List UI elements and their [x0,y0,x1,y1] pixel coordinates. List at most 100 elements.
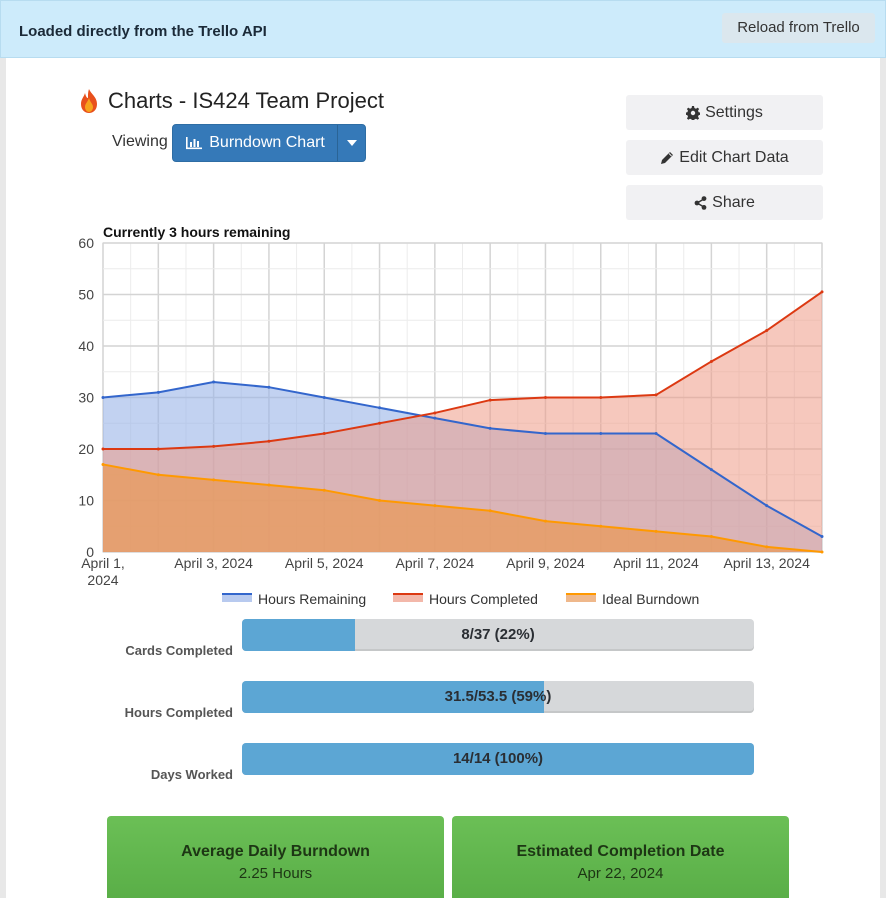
share-label: Share [712,193,755,211]
chart-type-label: Burndown Chart [209,134,325,151]
data-point-1-4 [322,432,326,436]
data-point-2-8 [543,519,547,523]
data-point-2-3 [267,483,271,487]
x-tick-label: April 7, 2024 [396,555,475,571]
data-point-0-11 [709,468,713,472]
dropdown-caret-button[interactable] [337,125,365,161]
x-tick-label: April 9, 2024 [506,555,585,571]
days-worked-progress: 14/14 (100%) [242,743,754,775]
y-tick-label: 30 [78,390,94,406]
api-banner: Loaded directly from the Trello API Relo… [0,0,886,58]
data-point-1-6 [433,411,437,415]
x-tick-label: April 11, 2024 [613,555,699,571]
data-point-0-4 [322,396,326,399]
legend-label: Hours Completed [429,591,538,607]
data-point-0-7 [488,426,492,430]
x-tick-label: April 13, 2024 [723,555,810,571]
estimated-completion-date-value: Apr 22, 2024 [577,865,664,882]
data-point-1-10 [654,393,658,397]
cards-completed-progress: 8/37 (22%) [242,619,754,651]
edit-chart-data-button[interactable]: Edit Chart Data [626,140,823,175]
edit-chart-data-label: Edit Chart Data [679,148,789,166]
share-icon [694,195,707,210]
data-point-2-0 [101,462,105,466]
y-tick-label: 20 [78,441,94,457]
hours-completed-label: Hours Completed [124,705,233,720]
data-point-2-6 [433,504,437,508]
data-point-1-8 [543,396,547,399]
data-point-0-2 [212,380,216,384]
data-point-2-10 [654,529,658,533]
gear-icon [686,105,701,120]
data-point-0-6 [433,416,437,420]
estimated-completion-date-card: Estimated Completion Date Apr 22, 2024 [452,816,789,898]
data-point-2-5 [378,499,382,502]
flame-icon [81,89,97,113]
chart-title: Currently 3 hours remaining [103,224,290,240]
burndown-chart: 0 10 20 30 40 50 60 April 1, 2024 April 3, 2024 Ap… [0,215,886,615]
data-point-0-10 [654,432,658,436]
data-point-1-9 [599,396,603,399]
legend-swatch [566,594,596,602]
hours-completed-progress: 31.5/53.5 (59%) [242,681,754,713]
data-point-1-0 [101,447,105,451]
legend-label: Ideal Burndown [602,591,699,607]
data-point-1-2 [212,444,216,448]
x-tick-label: April 3, 2024 [174,555,253,571]
settings-button[interactable]: Settings [626,95,823,130]
average-daily-burndown-title: Average Daily Burndown [181,843,370,860]
data-point-2-13 [820,550,824,554]
x-tick-label: April 5, 2024 [285,555,364,571]
page-title-row: Charts - IS424 Team Project [78,86,384,116]
data-point-1-7 [488,398,492,402]
data-point-2-4 [322,488,326,492]
data-point-0-8 [543,432,547,436]
cards-completed-text: 8/37 (22%) [461,626,535,643]
legend-swatch [393,594,423,602]
data-point-1-3 [267,439,271,443]
data-point-2-12 [765,545,769,549]
banner-text: Loaded directly from the Trello API [19,23,267,40]
chart-type-dropdown[interactable]: Burndown Chart [172,124,366,162]
data-point-2-11 [709,535,713,539]
y-tick-label: 10 [78,493,94,509]
days-worked-label: Days Worked [150,767,233,782]
chart-type-button[interactable]: Burndown Chart [173,125,337,161]
data-point-2-7 [488,509,492,513]
estimated-completion-date-title: Estimated Completion Date [516,843,725,860]
data-point-2-1 [156,473,160,477]
viewing-label: Viewing [112,133,168,150]
data-point-0-12 [765,504,769,508]
page-title: Charts - IS424 Team Project [108,88,384,113]
average-daily-burndown-card: Average Daily Burndown 2.25 Hours [107,816,444,898]
data-point-1-5 [378,421,382,425]
data-point-0-13 [820,535,824,539]
settings-label: Settings [705,103,763,121]
y-tick-label: 40 [78,338,94,354]
caret-down-icon [346,140,357,146]
data-point-0-3 [267,385,271,389]
average-daily-burndown-value: 2.25 Hours [238,865,313,882]
data-point-1-1 [156,447,160,451]
data-point-0-9 [599,432,603,436]
y-tick-label: 60 [78,235,94,251]
data-point-1-13 [820,290,824,294]
data-point-1-12 [765,329,769,333]
y-tick-label: 50 [78,287,94,303]
data-point-0-0 [101,396,105,399]
bar-chart-icon [186,137,203,150]
hours-completed-text: 31.5/53.5 (59%) [444,688,552,705]
legend-swatch [222,594,252,602]
data-point-1-11 [709,359,713,363]
reload-from-trello-button[interactable]: Reload from Trello [722,13,875,43]
days-worked-text: 14/14 (100%) [452,750,544,767]
data-point-2-9 [599,524,603,528]
x-tick-label: 2024 [87,572,118,588]
cards-completed-label: Cards Completed [125,643,233,658]
pencil-icon [661,151,674,164]
data-point-0-1 [156,390,160,394]
legend-label: Hours Remaining [258,591,366,607]
data-point-0-5 [378,406,382,410]
x-tick-label: April 1, [81,555,125,571]
data-point-2-2 [212,478,216,482]
